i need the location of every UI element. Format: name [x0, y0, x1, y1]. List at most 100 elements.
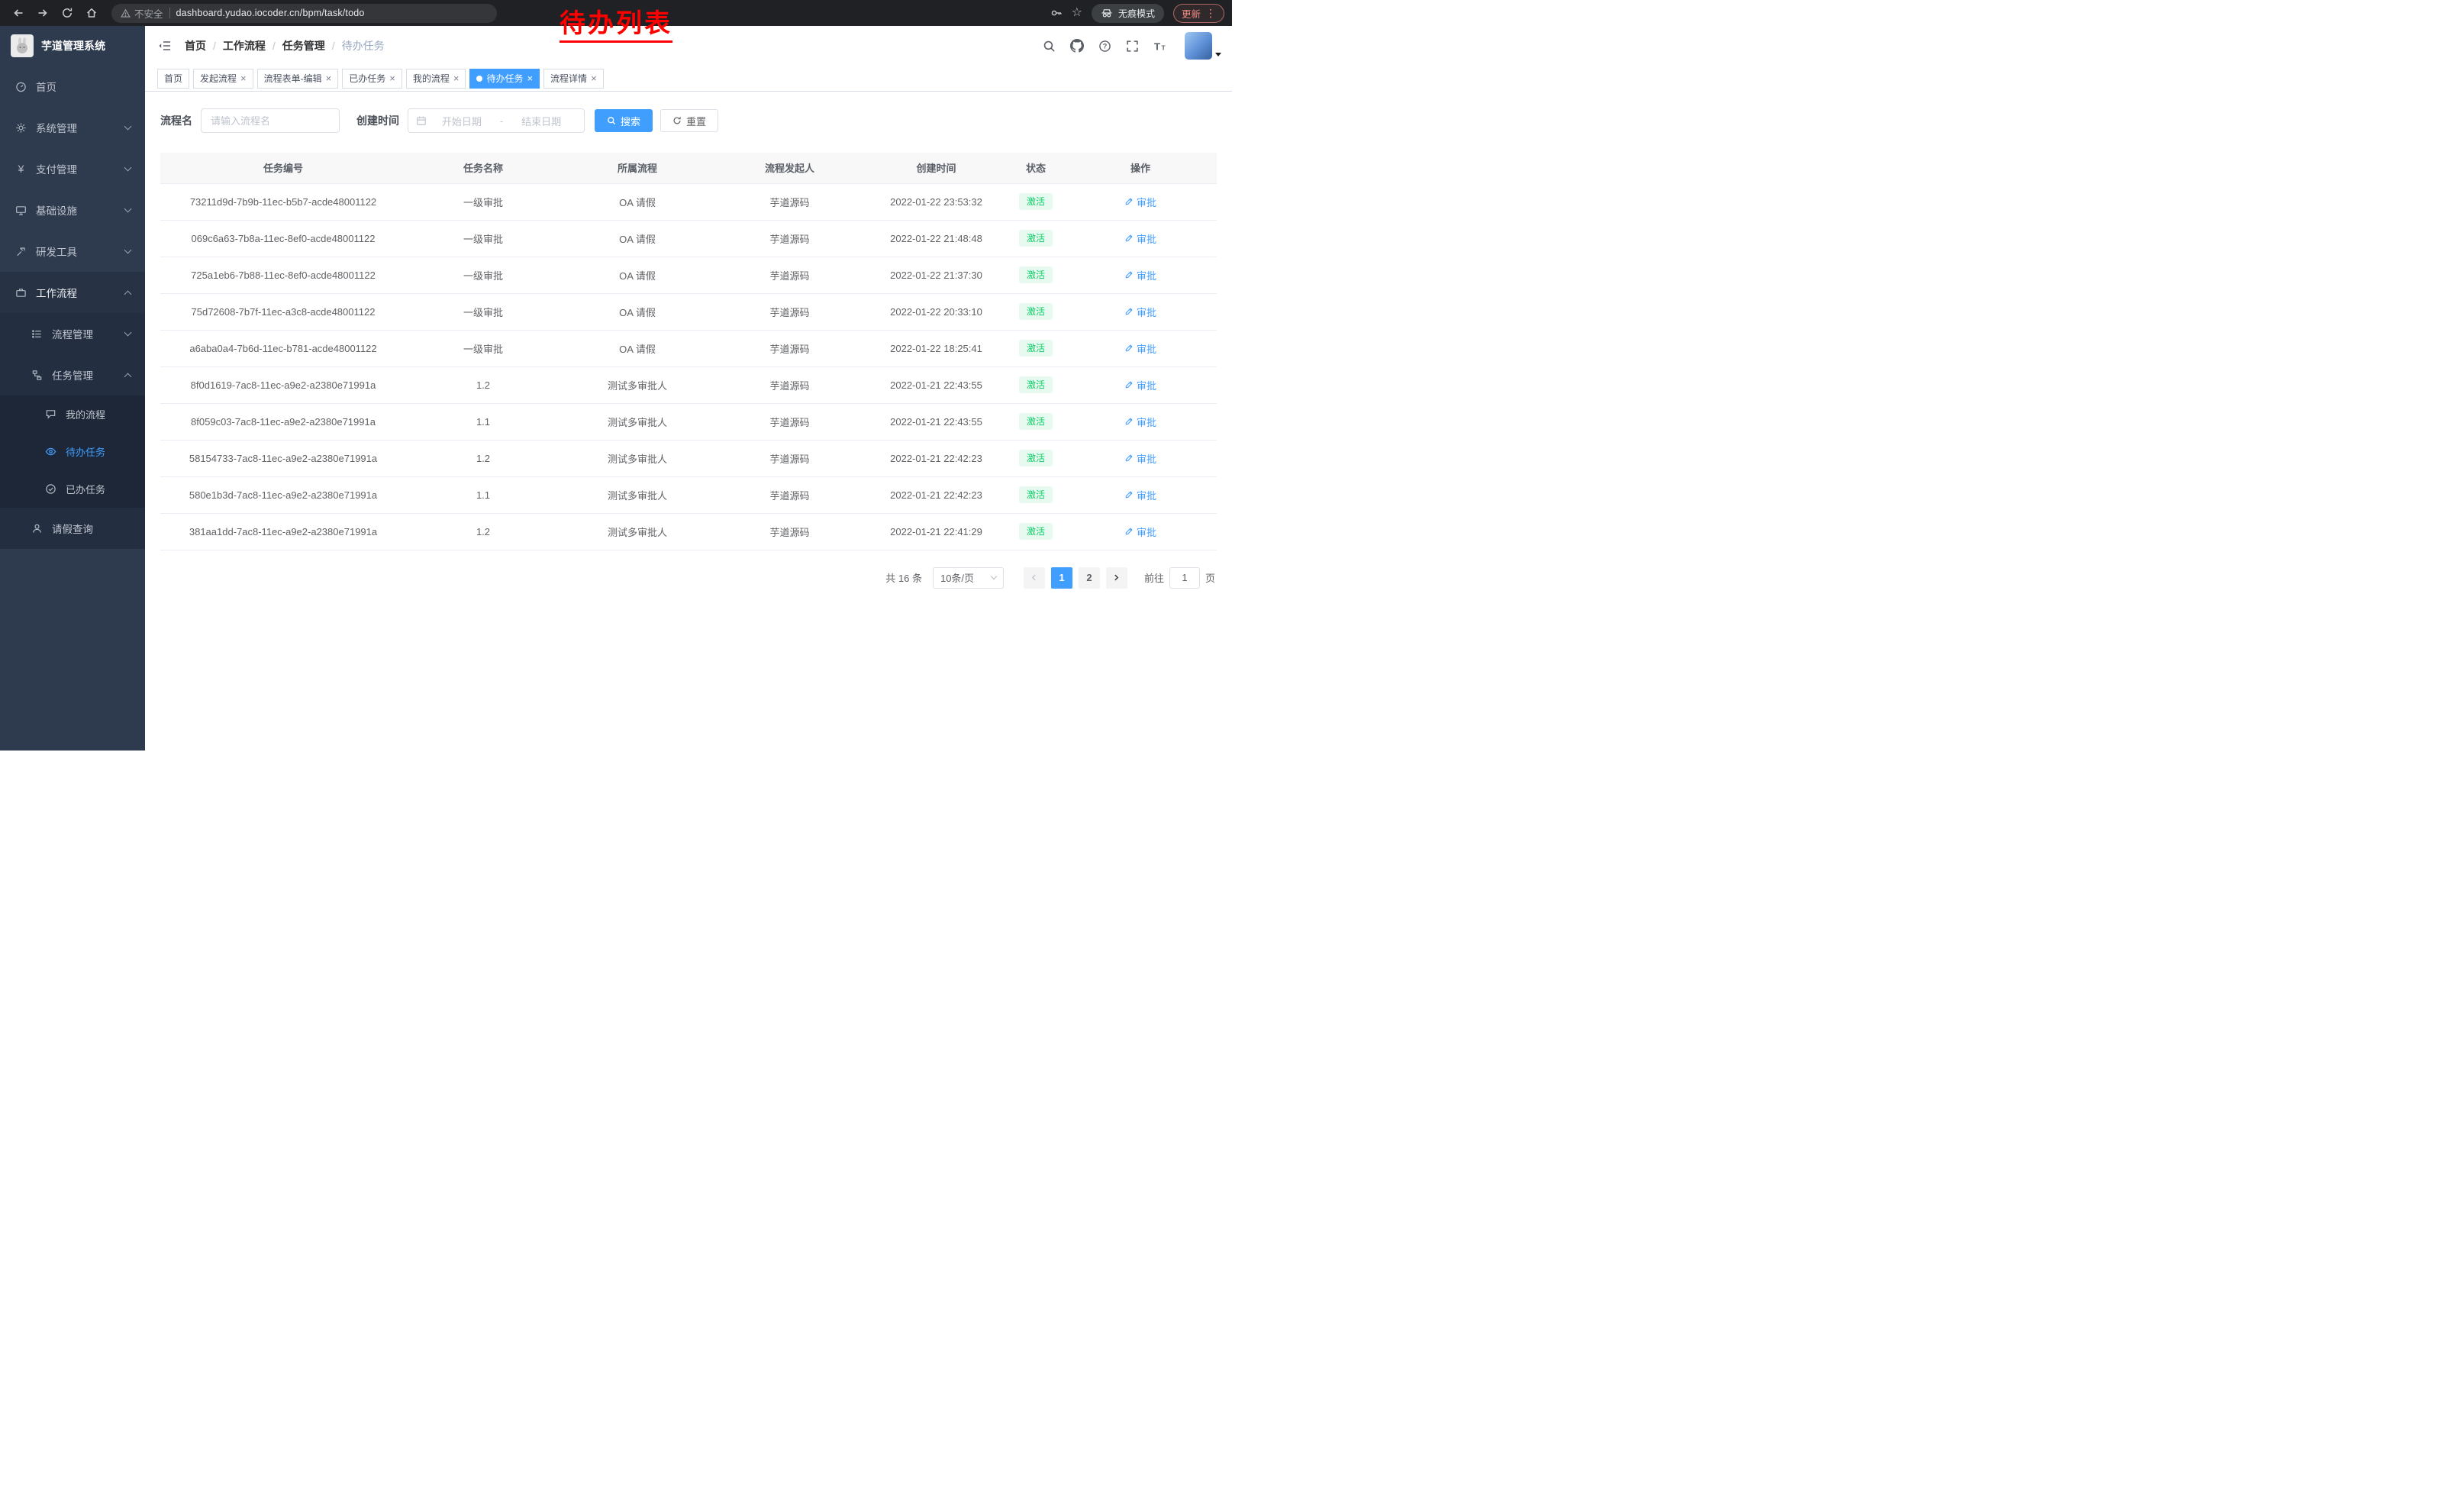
yen-icon: ¥ [15, 163, 27, 175]
created-cell: 2022-01-22 20:33:10 [865, 293, 1008, 330]
breadcrumb-separator: / [273, 40, 276, 52]
prev-page-button[interactable] [1024, 567, 1045, 589]
user-avatar[interactable] [1185, 32, 1212, 60]
tab-form-edit[interactable]: 流程表单-编辑 × [257, 69, 339, 89]
approve-button[interactable]: 审批 [1124, 451, 1156, 466]
tab-todo-tasks[interactable]: 待办任务 × [469, 69, 540, 89]
check-circle-icon [44, 483, 57, 495]
tab-my-process[interactable]: 我的流程 × [406, 69, 466, 89]
breadcrumb: 首页 / 工作流程 / 任务管理 / 待办任务 [185, 38, 385, 53]
sidebar-item-system[interactable]: 系统管理 [0, 107, 145, 148]
sidebar-item-home[interactable]: 首页 [0, 66, 145, 107]
not-secure-warning[interactable]: 不安全 [121, 6, 163, 21]
close-icon[interactable]: × [453, 73, 460, 83]
table-row: 75d72608-7b7f-11ec-a3c8-acde48001122一级审批… [160, 293, 1217, 330]
approve-button[interactable]: 审批 [1124, 378, 1156, 392]
sidebar-item-infra[interactable]: 基础设施 [0, 189, 145, 231]
logo-image [11, 34, 34, 57]
tab-done-tasks[interactable]: 已办任务 × [342, 69, 402, 89]
process-cell: OA 请假 [560, 330, 714, 366]
search-button[interactable]: 搜索 [595, 109, 653, 132]
approve-button[interactable]: 审批 [1124, 525, 1156, 539]
sidebar-item-devtools[interactable]: 研发工具 [0, 231, 145, 272]
tab-home[interactable]: 首页 [157, 69, 189, 89]
bookmark-star-icon[interactable]: ☆ [1072, 7, 1082, 19]
chevron-down-icon [124, 205, 132, 213]
actions-cell: 审批 [1064, 513, 1217, 550]
sidebar-item-workflow[interactable]: 工作流程 [0, 272, 145, 313]
sidebar-item-label: 研发工具 [36, 244, 77, 259]
back-icon[interactable] [8, 2, 29, 24]
address-bar[interactable]: 不安全 dashboard.yudao.iocoder.cn/bpm/task/… [111, 4, 497, 23]
approve-button[interactable]: 审批 [1124, 341, 1156, 356]
task-name-cell: 1.1 [406, 403, 560, 440]
table-row: a6aba0a4-7b6d-11ec-b781-acde48001122一级审批… [160, 330, 1217, 366]
key-icon[interactable] [1050, 7, 1063, 19]
help-icon[interactable]: ? [1098, 40, 1111, 53]
tab-label: 流程详情 [550, 72, 587, 85]
sidebar-item-task-mgmt[interactable]: 任务管理 [0, 354, 145, 395]
approve-label: 审批 [1137, 341, 1156, 356]
sidebar-item-process-mgmt[interactable]: 流程管理 [0, 313, 145, 354]
sidebar-item-my-process[interactable]: 我的流程 [0, 395, 145, 433]
breadcrumb-item[interactable]: 任务管理 [282, 38, 325, 53]
approve-label: 审批 [1137, 415, 1156, 429]
goto-page-input[interactable] [1169, 567, 1200, 589]
font-size-icon[interactable]: TT [1153, 40, 1167, 53]
breadcrumb-item[interactable]: 首页 [185, 38, 206, 53]
approve-button[interactable]: 审批 [1124, 195, 1156, 209]
reset-button[interactable]: 重置 [660, 109, 718, 132]
browser-menu-icon[interactable]: ⋮ [1205, 8, 1216, 18]
approve-button[interactable]: 审批 [1124, 488, 1156, 502]
next-page-button[interactable] [1106, 567, 1127, 589]
tab-process-detail[interactable]: 流程详情 × [543, 69, 604, 89]
update-button[interactable]: 更新 ⋮ [1173, 4, 1224, 23]
approve-label: 审批 [1137, 268, 1156, 282]
reload-icon[interactable] [56, 2, 78, 24]
date-range-picker[interactable]: 开始日期 - 结束日期 [408, 108, 585, 133]
close-icon[interactable]: × [240, 73, 247, 83]
process-cell: 测试多审批人 [560, 403, 714, 440]
tab-label: 我的流程 [413, 72, 450, 85]
status-cell: 激活 [1008, 293, 1064, 330]
top-navbar: 首页 / 工作流程 / 任务管理 / 待办任务 ? [145, 26, 1232, 66]
close-icon[interactable]: × [389, 73, 395, 83]
home-icon[interactable] [81, 2, 102, 24]
person-icon [31, 523, 44, 534]
flowchart-icon [31, 370, 44, 381]
omnibox-divider [169, 8, 170, 18]
sidebar-item-leave-query[interactable]: 请假查询 [0, 508, 145, 549]
github-icon[interactable] [1070, 39, 1084, 53]
fullscreen-icon[interactable] [1126, 40, 1139, 53]
sidebar-item-label: 我的流程 [66, 407, 105, 421]
page-button-2[interactable]: 2 [1079, 567, 1100, 589]
approve-button[interactable]: 审批 [1124, 231, 1156, 246]
page-button-1[interactable]: 1 [1051, 567, 1072, 589]
create-time-label: 创建时间 [356, 113, 399, 128]
process-name-input[interactable] [201, 108, 340, 133]
forward-icon[interactable] [32, 2, 53, 24]
app-logo[interactable]: 芋道管理系统 [0, 26, 145, 66]
status-cell: 激活 [1008, 440, 1064, 476]
close-icon[interactable]: × [326, 73, 332, 83]
user-menu[interactable] [1185, 32, 1221, 60]
approve-button[interactable]: 审批 [1124, 268, 1156, 282]
close-icon[interactable]: × [527, 73, 533, 83]
approve-button[interactable]: 审批 [1124, 415, 1156, 429]
page-size-select[interactable]: 10条/页 [933, 567, 1004, 589]
search-icon[interactable] [1043, 40, 1056, 53]
actions-cell: 审批 [1064, 476, 1217, 513]
sidebar-item-todo-tasks[interactable]: 待办任务 [0, 433, 145, 470]
sidebar-item-label: 首页 [36, 79, 56, 94]
close-icon[interactable]: × [591, 73, 597, 83]
actions-cell: 审批 [1064, 403, 1217, 440]
sidebar-item-done-tasks[interactable]: 已办任务 [0, 470, 145, 508]
sidebar-item-label: 工作流程 [36, 285, 77, 300]
approve-button[interactable]: 审批 [1124, 305, 1156, 319]
sidebar-item-payment[interactable]: ¥ 支付管理 [0, 148, 145, 189]
breadcrumb-item[interactable]: 工作流程 [223, 38, 266, 53]
col-actions: 操作 [1064, 153, 1217, 183]
tab-start-process[interactable]: 发起流程 × [193, 69, 253, 89]
created-cell: 2022-01-21 22:43:55 [865, 366, 1008, 403]
sidebar-fold-icon[interactable] [145, 26, 185, 66]
